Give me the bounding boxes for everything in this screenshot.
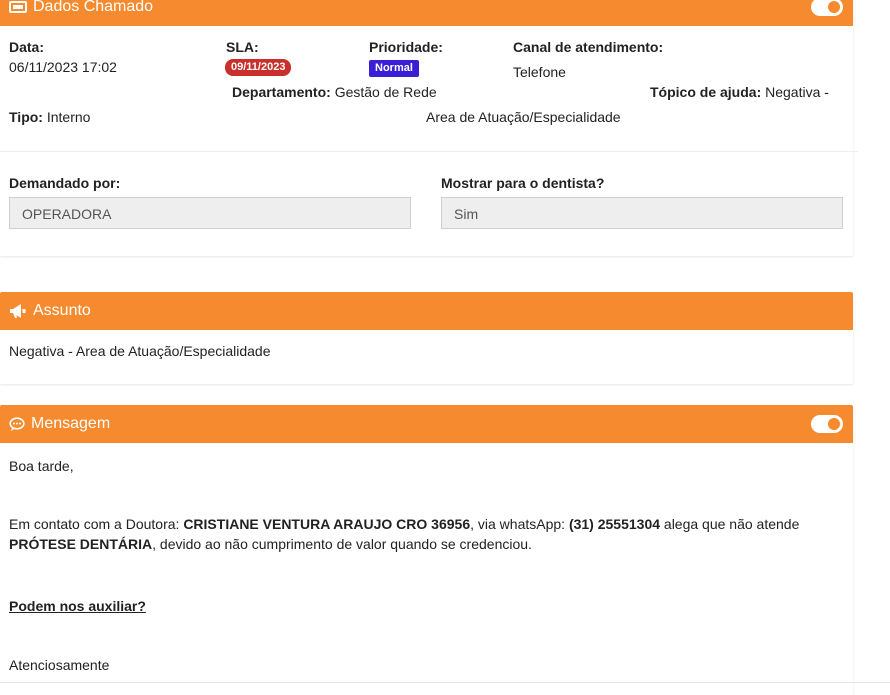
dados-chamado-panel: Dados Chamado Data: 06/11/2023 17:02 SLA…	[0, 0, 858, 256]
sla-badge: 09/11/2023	[225, 59, 292, 76]
canal-value: Telefone	[513, 64, 566, 80]
message-question: Podem nos auxiliar?	[9, 598, 146, 614]
assunto-title: Assunto	[33, 302, 91, 319]
service-name: PRÓTESE DENTÁRIA	[9, 536, 153, 552]
message-closing: Atenciosamente	[9, 657, 110, 673]
assunto-text: Negativa - Area de Atuação/Especialidade	[9, 343, 271, 359]
demandado-field[interactable]: OPERADORA	[9, 197, 411, 229]
data-value: 06/11/2023 17:02	[9, 59, 117, 75]
demandado-label: Demandado por:	[9, 175, 121, 191]
question-text: Podem nos auxiliar?	[9, 598, 146, 614]
doctor-name: CRISTIANE VENTURA ARAUJO CRO 36956	[183, 516, 471, 532]
section-divider	[0, 151, 858, 152]
mensagem-panel: Mensagem Boa tarde, Em contato com a Dou…	[0, 405, 853, 695]
ticket-icon	[9, 0, 27, 14]
topico-label: Tópico de ajuda:	[650, 84, 762, 100]
mensagem-title: Mensagem	[31, 415, 111, 432]
topico-value-continued: Area de Atuação/Especialidade	[426, 109, 621, 125]
message-text: Em contato com a Doutora:	[9, 516, 184, 532]
data-label: Data:	[9, 39, 45, 55]
mostrar-label: Mostrar para o dentista?	[441, 175, 605, 191]
message-greeting: Boa tarde,	[9, 458, 74, 474]
topico-value: Negativa -	[765, 84, 829, 100]
mensagem-toggle[interactable]	[811, 415, 843, 433]
assunto-panel: Assunto Negativa - Area de Atuação/Espec…	[0, 292, 853, 384]
assunto-header: Assunto	[0, 292, 853, 330]
tipo-label: Tipo:	[9, 109, 43, 125]
sla-label: SLA:	[226, 39, 259, 55]
prioridade-label: Prioridade:	[369, 39, 443, 55]
departamento-label: Departamento:	[232, 84, 331, 100]
mensagem-header: Mensagem	[0, 405, 853, 443]
departamento-row: Departamento: Gestão de Rede	[232, 84, 437, 100]
tipo-row: Tipo: Interno	[9, 109, 90, 125]
canal-label: Canal de atendimento:	[513, 39, 664, 55]
dados-chamado-title: Dados Chamado	[33, 0, 154, 15]
message-paragraph: Em contato com a Doutora: CRISTIANE VENT…	[9, 514, 839, 554]
phone-number: (31) 25551304	[568, 516, 661, 532]
megaphone-icon	[9, 303, 27, 319]
dados-chamado-header: Dados Chamado	[0, 0, 853, 26]
tipo-value: Interno	[46, 109, 91, 125]
message-text: alega que não atende	[660, 516, 800, 532]
comment-icon	[9, 416, 25, 432]
topico-row: Tópico de ajuda: Negativa -	[650, 84, 829, 100]
departamento-value: Gestão de Rede	[334, 84, 437, 100]
prioridade-badge: Normal	[369, 60, 419, 77]
dados-chamado-toggle[interactable]	[811, 0, 843, 16]
message-text: , via whatsApp:	[470, 516, 569, 532]
mostrar-field[interactable]: Sim	[441, 197, 843, 229]
message-text: , devido ao não cumprimento de valor qua…	[152, 536, 532, 552]
